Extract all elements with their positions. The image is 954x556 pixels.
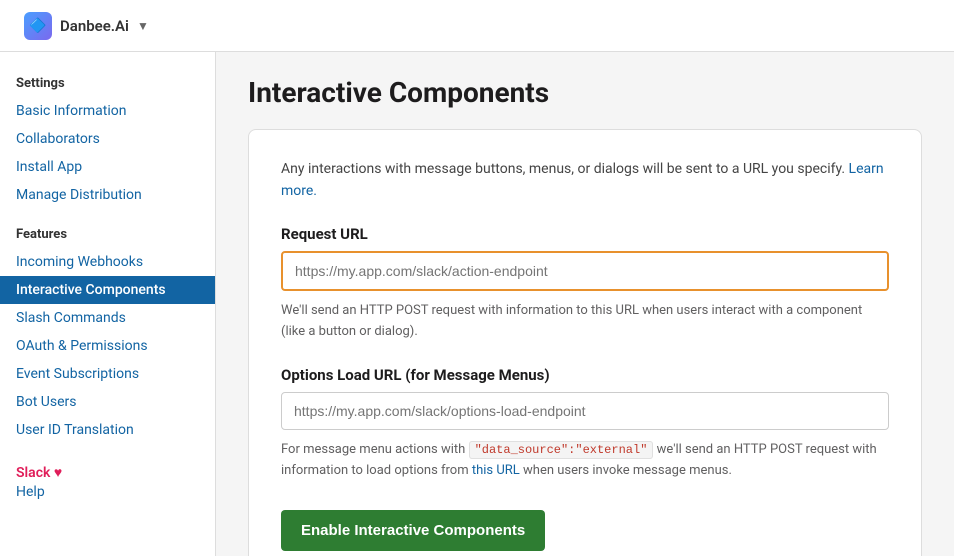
settings-section-title: Settings xyxy=(0,68,215,97)
top-bar: 🔷 Danbee.Ai ▼ xyxy=(0,0,954,52)
main-layout: Settings Basic Information Collaborators… xyxy=(0,52,954,556)
sidebar-item-help[interactable]: Help xyxy=(16,481,199,503)
sidebar-footer: Slack ♥ Help xyxy=(0,452,215,507)
options-load-url-input[interactable] xyxy=(281,392,889,430)
request-url-label: Request URL xyxy=(281,225,889,243)
options-load-help: For message menu actions with "data_sour… xyxy=(281,440,889,482)
sidebar-item-collaborators[interactable]: Collaborators xyxy=(0,125,215,153)
sidebar-item-oauth-permissions[interactable]: OAuth & Permissions xyxy=(0,332,215,360)
content-card: Any interactions with message buttons, m… xyxy=(248,129,922,556)
main-content: Interactive Components Any interactions … xyxy=(216,52,954,556)
sidebar-item-install-app[interactable]: Install App xyxy=(0,153,215,181)
app-name: Danbee.Ai xyxy=(60,17,129,35)
sidebar: Settings Basic Information Collaborators… xyxy=(0,52,216,556)
sidebar-item-event-subscriptions[interactable]: Event Subscriptions xyxy=(0,360,215,388)
app-icon: 🔷 xyxy=(24,12,52,40)
sidebar-item-manage-distribution[interactable]: Manage Distribution xyxy=(0,181,215,209)
sidebar-item-basic-information[interactable]: Basic Information xyxy=(0,97,215,125)
description-text: Any interactions with message buttons, m… xyxy=(281,158,889,203)
heart-icon: ♥ xyxy=(54,465,62,481)
sidebar-item-interactive-components[interactable]: Interactive Components xyxy=(0,276,215,304)
sidebar-item-bot-users[interactable]: Bot Users xyxy=(0,388,215,416)
request-url-help: We'll send an HTTP POST request with inf… xyxy=(281,301,889,343)
page-title: Interactive Components xyxy=(248,76,922,109)
chevron-down-icon: ▼ xyxy=(137,19,149,33)
sidebar-item-incoming-webhooks[interactable]: Incoming Webhooks xyxy=(0,248,215,276)
sidebar-item-slash-commands[interactable]: Slash Commands xyxy=(0,304,215,332)
this-url-link[interactable]: this URL xyxy=(472,463,520,478)
app-selector[interactable]: 🔷 Danbee.Ai ▼ xyxy=(16,8,157,44)
sidebar-item-user-id-translation[interactable]: User ID Translation xyxy=(0,416,215,444)
options-load-url-label: Options Load URL (for Message Menus) xyxy=(281,366,889,384)
request-url-input[interactable] xyxy=(281,251,889,291)
features-section-title: Features xyxy=(0,219,215,248)
code-inline: "data_source":"external" xyxy=(469,441,654,459)
slack-heart-label: Slack ♥ xyxy=(16,464,199,481)
enable-interactive-components-button[interactable]: Enable Interactive Components xyxy=(281,510,545,551)
